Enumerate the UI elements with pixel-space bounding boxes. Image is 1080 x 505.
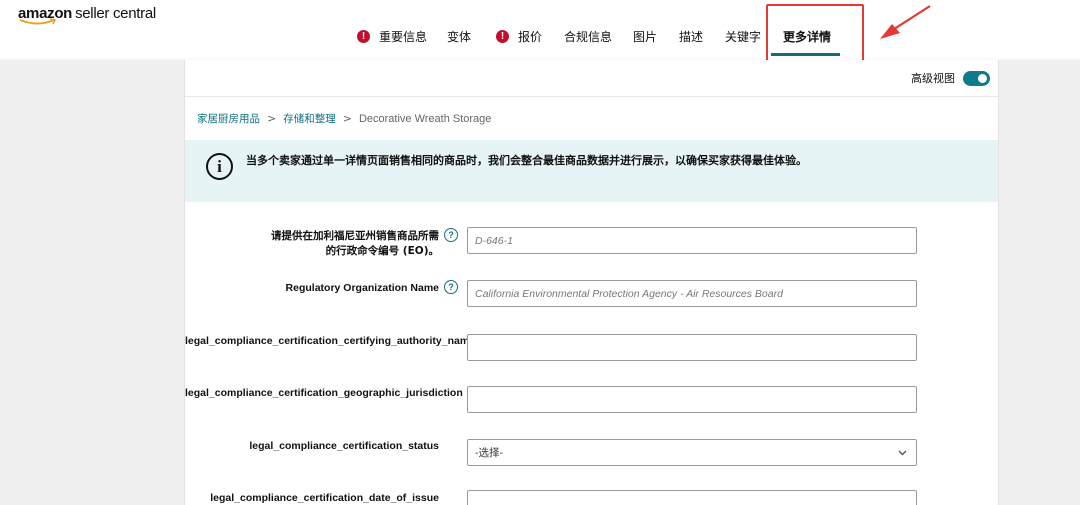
breadcrumb-current: Decorative Wreath Storage <box>358 112 492 125</box>
geographic-jurisdiction-label: legal_compliance_certification_geographi… <box>185 387 463 399</box>
advanced-view-control: 高级视图 <box>911 70 990 86</box>
breadcrumb-separator: > <box>342 112 352 125</box>
amazon-smile-icon <box>19 18 57 25</box>
advanced-view-label: 高级视图 <box>911 72 955 85</box>
breadcrumb-home-kitchen[interactable]: 家居厨房用品 <box>197 111 260 126</box>
help-icon[interactable]: ? <box>444 280 458 294</box>
tab-images[interactable]: 图片 <box>633 25 657 47</box>
breadcrumb: 家居厨房用品 > 存储和整理 > Decorative Wreath Stora… <box>197 111 491 126</box>
breadcrumb-separator: > <box>267 112 277 125</box>
tab-description[interactable]: 描述 <box>679 25 703 47</box>
info-icon: i <box>206 153 233 180</box>
eo-number-input[interactable]: D-646-1 <box>467 227 917 254</box>
geographic-jurisdiction-input[interactable] <box>467 386 917 413</box>
chevron-down-icon <box>898 450 907 456</box>
advanced-view-toggle[interactable] <box>963 70 990 86</box>
tab-compliance[interactable]: 合规信息 <box>564 25 612 47</box>
red-arrow-icon <box>880 5 931 39</box>
eo-number-label: 请提供在加利福尼亚州销售商品所需 的行政命令编号 (EO)。 <box>271 230 439 257</box>
info-banner-text: 当多个卖家通过单一详情页面销售相同的商品时，我们会整合最佳商品数据并进行展示，以… <box>246 154 807 167</box>
tab-keywords[interactable]: 关键字 <box>725 25 761 47</box>
divider <box>185 96 1000 97</box>
certification-status-select[interactable]: -选择- <box>467 439 917 466</box>
tab-important-info[interactable]: ! 重要信息 <box>357 25 427 47</box>
main-panel: 高级视图 家居厨房用品 > 存储和整理 > Decorative Wreath … <box>184 60 1000 505</box>
certifying-authority-name-input[interactable] <box>467 334 917 361</box>
breadcrumb-storage[interactable]: 存储和整理 <box>283 111 336 126</box>
tab-offer[interactable]: ! 报价 <box>496 25 542 47</box>
date-of-issue-label: legal_compliance_certification_date_of_i… <box>210 492 439 504</box>
regulatory-org-name-input[interactable]: California Environmental Protection Agen… <box>467 280 917 307</box>
regulatory-org-name-label: Regulatory Organization Name <box>285 282 439 294</box>
tab-variations[interactable]: 变体 <box>447 25 471 47</box>
error-icon: ! <box>496 29 509 43</box>
info-banner: i 当多个卖家通过单一详情页面销售相同的商品时，我们会整合最佳商品数据并进行展示… <box>185 140 998 202</box>
certification-status-label: legal_compliance_certification_status <box>249 440 439 452</box>
error-icon: ! <box>357 29 370 43</box>
date-of-issue-input[interactable] <box>467 490 917 505</box>
help-icon[interactable]: ? <box>444 228 458 242</box>
certifying-authority-name-label: legal_compliance_certification_certifyin… <box>185 335 476 347</box>
toggle-knob <box>978 73 987 83</box>
